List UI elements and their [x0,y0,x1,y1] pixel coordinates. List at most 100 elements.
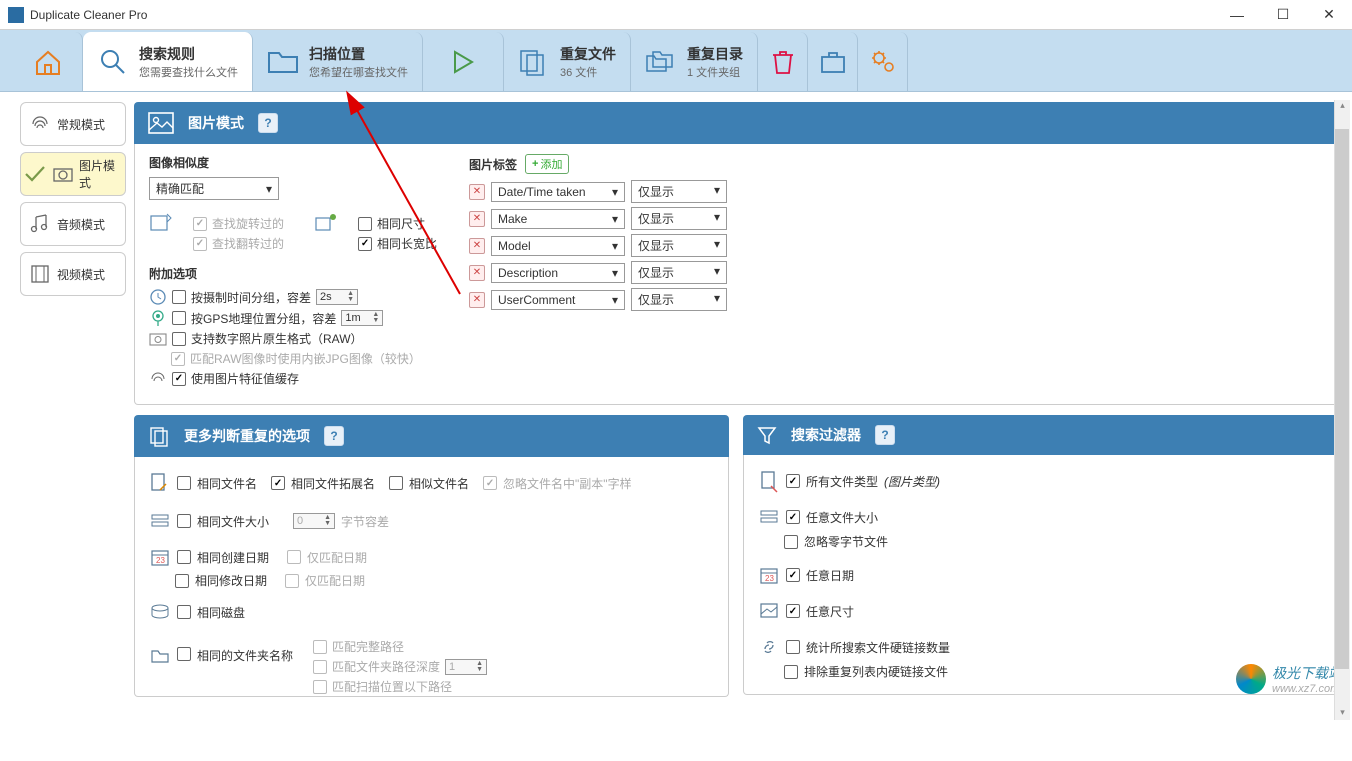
main-toolbar: 搜索规则 您需要查找什么文件 扫描位置 您希望在哪查找文件 重复文件 36 文件… [0,30,1352,92]
tag-delete-button[interactable]: ✕ [469,292,485,308]
depth-input[interactable]: 1▲▼ [445,659,487,675]
camera-icon [53,165,73,183]
toolbox-button[interactable] [808,32,858,91]
duplicate-folders-tab[interactable]: 重复目录 1 文件夹组 [631,32,758,91]
match-full-checkbox[interactable] [313,640,327,654]
find-rotated-label: 查找旋转过的 [212,215,284,232]
tag-delete-button[interactable]: ✕ [469,238,485,254]
duplicate-files-tab[interactable]: 重复文件 36 文件 [504,32,631,91]
only-date1-checkbox[interactable] [287,550,301,564]
same-size-checkbox[interactable] [358,217,372,231]
tag-row: ✕ Date/Time taken▾ 仅显示▾ [469,180,727,203]
same-aspect-label: 相同长宽比 [377,235,437,252]
pin-icon [149,309,167,327]
home-tab[interactable] [14,32,83,91]
tag-mode-select[interactable]: 仅显示▾ [631,288,727,311]
ignore-copy-checkbox[interactable] [483,476,497,490]
image-icon [148,112,174,134]
help-button-filter[interactable]: ? [875,425,895,445]
tag-name-select[interactable]: Make▾ [491,209,625,229]
watermark: 极光下载站 www.xz7.com [1236,663,1342,695]
tag-mode-select[interactable]: 仅显示▾ [631,207,727,230]
match-below-checkbox[interactable] [313,680,327,694]
image-mode-tab[interactable]: 图片模式 [20,152,126,196]
search-rules-tab[interactable]: 搜索规则 您需要查找什么文件 [83,32,253,91]
audio-mode-tab[interactable]: 音频模式 [20,202,126,246]
all-types-checkbox[interactable] [786,474,800,488]
regular-mode-tab[interactable]: 常规模式 [20,102,126,146]
same-disk-checkbox[interactable] [177,605,191,619]
gps-tolerance-input[interactable]: 1m▲▼ [341,310,383,326]
video-mode-tab[interactable]: 视频模式 [20,252,126,296]
use-jpg-checkbox[interactable] [171,352,185,366]
calendar-icon: 23 [149,546,171,568]
same-created-checkbox[interactable] [177,550,191,564]
similar-name-checkbox[interactable] [389,476,403,490]
dup-files-icon [518,46,550,78]
delete-button[interactable] [758,32,808,91]
exclude-hardlink-checkbox[interactable] [784,665,798,679]
maximize-button[interactable]: ☐ [1260,0,1306,30]
same-ext-checkbox[interactable] [271,476,285,490]
settings-button[interactable] [858,32,908,91]
filter-title: 搜索过滤器 [791,425,861,445]
match-depth-checkbox[interactable] [313,660,327,674]
tag-mode-select[interactable]: 仅显示▾ [631,234,727,257]
find-rotated-checkbox[interactable] [193,217,207,231]
any-size-checkbox[interactable] [786,510,800,524]
disk-icon [149,601,171,623]
tag-name-select[interactable]: UserComment▾ [491,290,625,310]
same-filesize-checkbox[interactable] [177,514,191,528]
group-time-checkbox[interactable] [172,290,186,304]
image-rotate-icon [149,212,173,234]
close-button[interactable]: ✕ [1306,0,1352,30]
tag-name-select[interactable]: Description▾ [491,263,625,283]
help-button-more[interactable]: ? [324,426,344,446]
same-size-label: 相同尺寸 [377,215,425,232]
mode-side-tabs: 常规模式 图片模式 音频模式 视频模式 [0,92,128,697]
raw-checkbox[interactable] [172,332,186,346]
minimize-button[interactable]: — [1214,0,1260,30]
only-date2-checkbox[interactable] [285,574,299,588]
trash-icon [770,46,796,78]
tag-delete-button[interactable]: ✕ [469,211,485,227]
find-flipped-label: 查找翻转过的 [212,235,284,252]
any-dim-checkbox[interactable] [786,604,800,618]
dupfolders-title: 重复目录 [687,44,743,64]
regular-mode-label: 常规模式 [57,116,105,133]
tag-mode-select[interactable]: 仅显示▾ [631,261,727,284]
tag-name-select[interactable]: Model▾ [491,236,625,256]
link-icon [758,636,780,658]
vertical-scrollbar[interactable]: ▴ ▾ [1334,100,1350,720]
help-button[interactable]: ? [258,113,278,133]
add-tag-button[interactable]: +添加 [525,154,569,174]
dupfiles-sub: 36 文件 [560,64,616,80]
same-folder-checkbox[interactable] [177,647,191,661]
dimension-filter-icon [758,600,780,622]
scrollbar-thumb[interactable] [1335,129,1349,669]
same-modified-checkbox[interactable] [175,574,189,588]
tag-delete-button[interactable]: ✕ [469,184,485,200]
tag-name-select[interactable]: Date/Time taken▾ [491,182,625,202]
any-date-checkbox[interactable] [786,568,800,582]
ignore-zero-checkbox[interactable] [784,535,798,549]
folder-icon [267,46,299,78]
use-cache-checkbox[interactable] [172,372,186,386]
same-aspect-checkbox[interactable] [358,237,372,251]
byte-tolerance-input[interactable]: 0▲▼ [293,513,335,529]
time-tolerance-input[interactable]: 2s▲▼ [316,289,358,305]
count-hardlink-checkbox[interactable] [786,640,800,654]
tag-delete-button[interactable]: ✕ [469,265,485,281]
more-options-panel: 更多判断重复的选项 ? 相同文件名 相同文件拓展名 相似文件名 忽略文件名中"副… [134,415,729,697]
use-cache-label: 使用图片特征值缓存 [191,370,299,387]
same-name-checkbox[interactable] [177,476,191,490]
tag-mode-select[interactable]: 仅显示▾ [631,180,727,203]
start-scan-button[interactable] [423,32,504,91]
similarity-select[interactable]: 精确匹配 ▾ [149,177,279,200]
find-flipped-checkbox[interactable] [193,237,207,251]
additional-label: 附加选项 [149,265,439,282]
location-title: 扫描位置 [309,44,408,64]
group-gps-checkbox[interactable] [172,311,186,325]
app-title: Duplicate Cleaner Pro [30,8,147,22]
scan-location-tab[interactable]: 扫描位置 您希望在哪查找文件 [253,32,423,91]
